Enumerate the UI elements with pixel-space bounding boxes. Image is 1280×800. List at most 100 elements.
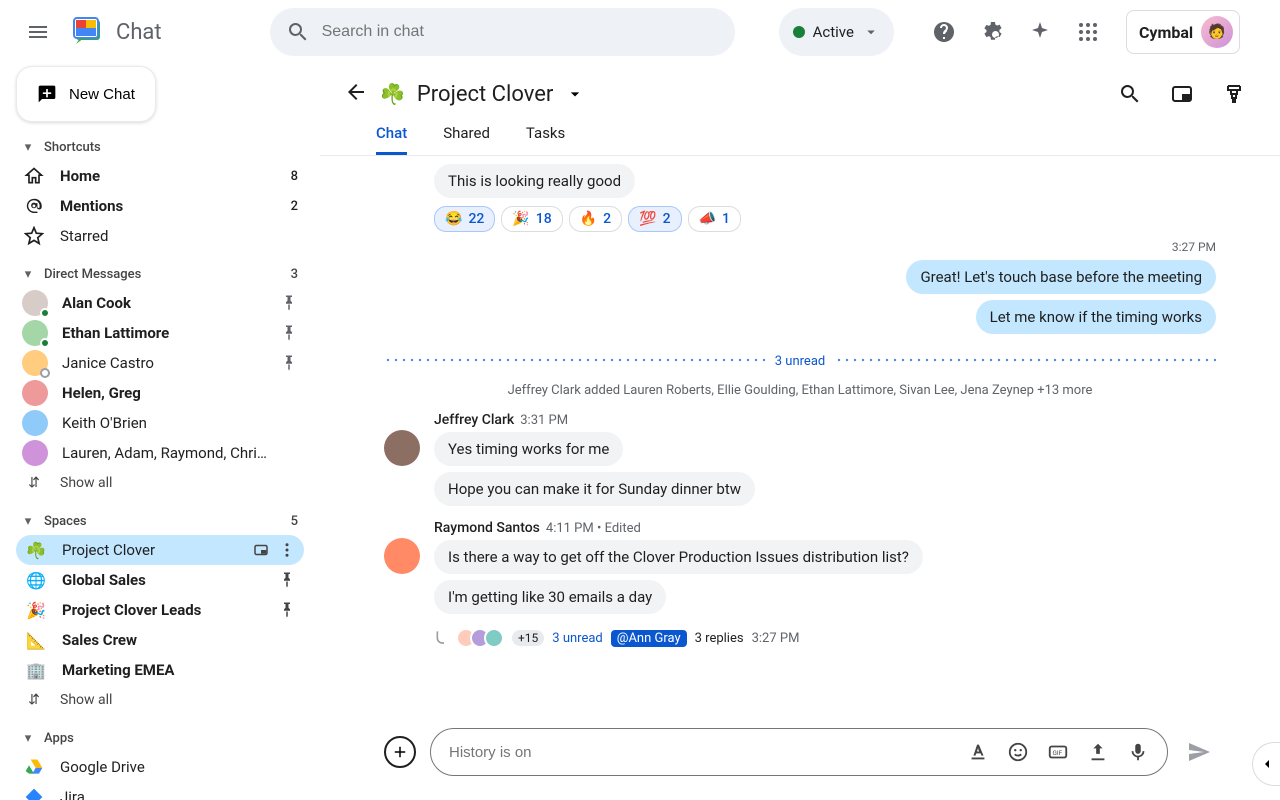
app-name: Chat <box>116 20 162 45</box>
dm-item[interactable]: Alan Cook <box>16 288 304 318</box>
reaction-chip[interactable]: 😂22 <box>434 206 495 232</box>
app-item-jira[interactable]: Jira <box>16 782 304 800</box>
emoji-button[interactable] <box>1001 735 1035 769</box>
system-message: Jeffrey Clark added Lauren Roberts, Elli… <box>384 383 1216 398</box>
pin-icon <box>280 324 298 342</box>
space-emoji: 🌐 <box>24 571 48 590</box>
reply-count: 3 replies <box>695 631 744 646</box>
dm-item[interactable]: Helen, Greg <box>16 378 304 408</box>
tab-chat[interactable]: Chat <box>376 124 407 155</box>
back-button[interactable] <box>344 80 368 108</box>
main-menu-button[interactable] <box>16 10 60 54</box>
space-item[interactable]: 🌐 Global Sales <box>16 565 304 595</box>
pin-icon <box>278 601 296 619</box>
avatar <box>22 410 48 436</box>
section-spaces[interactable]: ▾ Spaces 5 <box>16 508 304 535</box>
upload-button[interactable] <box>1081 735 1115 769</box>
search-icon <box>286 20 310 44</box>
apps-grid-button[interactable] <box>1066 10 1110 54</box>
app-item-drive[interactable]: Google Drive <box>16 752 304 782</box>
space-item[interactable]: 📐 Sales Crew <box>16 625 304 655</box>
space-emoji: 📐 <box>24 631 48 650</box>
tab-tasks[interactable]: Tasks <box>526 124 565 155</box>
gemini-button[interactable] <box>1018 10 1062 54</box>
pin-icon <box>280 294 298 312</box>
avatar <box>22 440 48 466</box>
unread-divider: 3 unread <box>384 354 1216 369</box>
avatar <box>22 350 48 376</box>
message-input[interactable] <box>449 744 961 761</box>
help-button[interactable] <box>922 10 966 54</box>
message-bubble: This is looking really good <box>434 164 635 198</box>
nav-home[interactable]: Home 8 <box>16 161 304 191</box>
show-all-dm[interactable]: ⇵ Show all <box>16 468 304 498</box>
dm-item[interactable]: Janice Castro <box>16 348 304 378</box>
section-shortcuts[interactable]: ▾ Shortcuts <box>16 134 304 161</box>
add-attachment-button[interactable] <box>384 736 416 768</box>
thread-summary[interactable]: +15 3 unread @Ann Gray 3 replies 3:27 PM <box>434 628 1216 648</box>
message-bubble: Yes timing works for me <box>434 432 623 466</box>
space-item[interactable]: 🏢 Marketing EMEA <box>16 655 304 685</box>
message-bubble-out: Great! Let's touch base before the meeti… <box>906 260 1216 294</box>
account-switcher[interactable]: Cymbal 🧑 <box>1126 10 1240 54</box>
chevron-down-icon[interactable] <box>565 84 585 104</box>
jira-icon <box>22 787 46 800</box>
conversation-search-button[interactable] <box>1108 72 1152 116</box>
sender-name: Jeffrey Clark <box>434 412 514 428</box>
pin-icon <box>280 354 298 372</box>
message-bubble-out: Let me know if the timing works <box>976 300 1216 334</box>
section-apps[interactable]: ▾ Apps <box>16 725 304 752</box>
message-composer[interactable]: GIF <box>430 728 1168 776</box>
nav-mentions[interactable]: Mentions 2 <box>16 191 304 221</box>
search-input[interactable] <box>322 23 719 41</box>
format-button[interactable] <box>961 735 995 769</box>
space-item[interactable]: 🎉 Project Clover Leads <box>16 595 304 625</box>
space-item-project-clover[interactable]: ☘️ Project Clover <box>16 535 304 565</box>
status-chip[interactable]: Active <box>779 8 894 56</box>
mention-chip: @Ann Gray <box>611 630 687 647</box>
chat-logo-icon <box>68 12 108 52</box>
svg-text:GIF: GIF <box>1053 749 1063 757</box>
app-logo-area: Chat <box>68 12 162 52</box>
pip-button[interactable] <box>1160 72 1204 116</box>
chevron-left-icon <box>1259 756 1275 772</box>
mic-button[interactable] <box>1121 735 1155 769</box>
reaction-chip[interactable]: 💯2 <box>628 206 681 232</box>
reactions-row: 😂22 🎉18 🔥2 💯2 📣1 <box>434 206 1216 232</box>
new-chat-button[interactable]: New Chat <box>16 66 156 122</box>
caret-down-icon: ▾ <box>22 140 34 155</box>
nav-starred[interactable]: Starred <box>16 221 304 251</box>
status-label: Active <box>813 23 854 41</box>
reaction-chip[interactable]: 📣1 <box>688 206 741 232</box>
plus-icon <box>391 743 409 761</box>
more-icon[interactable] <box>278 541 296 559</box>
message-time: 3:31 PM <box>520 413 568 428</box>
section-dm[interactable]: ▾ Direct Messages 3 <box>16 261 304 288</box>
thread-time: 3:27 PM <box>752 631 800 646</box>
sender-name: Raymond Santos <box>434 520 540 536</box>
gif-button[interactable]: GIF <box>1041 735 1075 769</box>
at-icon <box>22 196 46 216</box>
message-bubble: I'm getting like 30 emails a day <box>434 580 666 614</box>
space-emoji: ☘️ <box>24 541 48 560</box>
dm-item[interactable]: Lauren, Adam, Raymond, Christian <box>16 438 304 468</box>
dm-item[interactable]: Keith O'Brien <box>16 408 304 438</box>
tab-shared[interactable]: Shared <box>443 124 490 155</box>
pin-icon <box>278 571 296 589</box>
search-bar[interactable] <box>270 8 735 56</box>
send-button[interactable] <box>1182 735 1216 769</box>
expand-icon: ⇵ <box>22 692 46 708</box>
avatar <box>384 430 420 466</box>
settings-button[interactable] <box>970 10 1014 54</box>
reaction-chip[interactable]: 🔥2 <box>569 206 622 232</box>
reaction-chip[interactable]: 🎉18 <box>501 206 562 232</box>
show-all-spaces[interactable]: ⇵ Show all <box>16 685 304 715</box>
caret-down-icon: ▾ <box>22 731 34 746</box>
thread-button[interactable] <box>1212 72 1256 116</box>
home-icon <box>22 166 46 186</box>
dm-item[interactable]: Ethan Lattimore <box>16 318 304 348</box>
popup-icon[interactable] <box>252 541 270 559</box>
reply-curve-icon <box>434 628 454 648</box>
brand-name: Cymbal <box>1139 23 1193 42</box>
user-avatar: 🧑 <box>1201 16 1233 48</box>
